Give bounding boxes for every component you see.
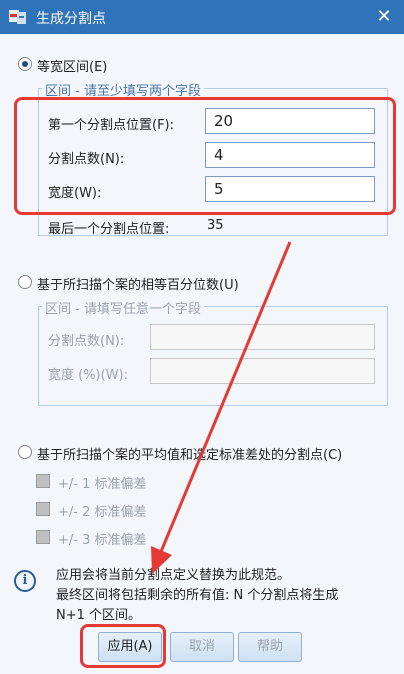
annotation-arrow xyxy=(151,241,292,574)
app-icon xyxy=(9,10,26,24)
dialog-body: 等宽区间(E) 区间 - 请至少填写两个字段 第一个分割点位置(F): 20 分… xyxy=(0,34,404,674)
window-title: 生成分割点 xyxy=(36,11,106,27)
title-bar: 生成分割点 ✕ xyxy=(0,0,404,34)
close-button[interactable]: ✕ xyxy=(364,0,404,34)
